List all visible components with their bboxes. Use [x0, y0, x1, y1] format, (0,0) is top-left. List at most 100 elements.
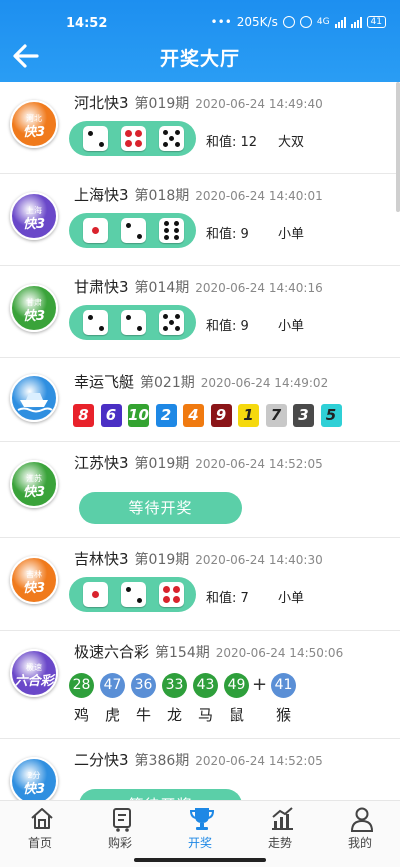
status-dots: •••: [210, 15, 232, 29]
die-face-2: [83, 310, 108, 335]
zodiac-label: 鸡: [73, 706, 89, 724]
logo-text: 快3: [22, 485, 46, 500]
result-number: 7: [265, 404, 287, 427]
bottom-nav: 首页 购彩 开奖 走势 我的: [0, 800, 400, 867]
signal-icon: [334, 16, 346, 28]
lottery-row[interactable]: 极速 六合彩 极速六合彩 第154期 2020-06-24 14:50:06 28 鸡 47 虎…: [0, 631, 400, 739]
tab-trend-chart[interactable]: 走势: [240, 801, 320, 855]
lottery-logo: 江苏 快3: [10, 460, 58, 508]
lottery-title-line: 二分快3 第386期 2020-06-24 14:52:05: [74, 749, 323, 770]
logo-text: 快3: [22, 581, 46, 596]
scrollbar[interactable]: [396, 82, 400, 212]
tab-cart[interactable]: 购彩: [80, 801, 160, 855]
lottery-logo: 极速 六合彩: [10, 649, 58, 697]
lottery-title-line: 吉林快3 第019期 2020-06-24 14:40:30: [74, 548, 323, 569]
page-title: 开奖大厅: [159, 48, 240, 70]
lottery-result-list[interactable]: 河北 快3 河北快3 第019期 2020-06-24 14:49:40 和值: 12 大双…: [0, 82, 400, 800]
dice-result: [69, 305, 196, 340]
zodiac-label: 牛: [135, 706, 151, 724]
lottery-logo: 甘肃 快3: [10, 284, 58, 332]
status-time: 14:52: [66, 16, 108, 31]
logo-text: 六合彩: [14, 674, 54, 689]
lottery-name: 甘肃快3: [74, 278, 129, 296]
die-face-4: [121, 126, 146, 151]
result-attribute: 小单: [278, 227, 305, 242]
die-face-2: [121, 218, 146, 243]
draw-time: 2020-06-24 14:40:30: [195, 553, 323, 567]
logo-text: 快3: [22, 782, 46, 797]
result-ball: 43: [193, 673, 218, 698]
lottery-title-line: 江苏快3 第019期 2020-06-24 14:52:05: [74, 452, 323, 473]
logo-text: 快3: [22, 217, 46, 232]
lottery-name: 极速六合彩: [74, 643, 150, 661]
result-number: 9: [210, 404, 232, 427]
die-face-2: [83, 126, 108, 151]
draw-time: 2020-06-24 14:40:16: [195, 281, 323, 295]
tab-label: 我的: [347, 836, 372, 850]
die-face-6: [159, 218, 184, 243]
status-bar: 14:52 ••• 205K/s 4G 41: [0, 0, 400, 34]
result-attribute: 小单: [278, 591, 305, 606]
lottery-row[interactable]: 吉林 快3 吉林快3 第019期 2020-06-24 14:40:30 和值: 7 小单: [0, 538, 400, 631]
home-icon: [31, 808, 53, 829]
result-attribute: 小单: [278, 319, 305, 334]
lottery-logo: 2分 快3: [10, 757, 58, 800]
result-attribute: 大双: [278, 135, 305, 150]
sum-value: 和值: 12: [206, 135, 258, 150]
tab-label: 购彩: [107, 836, 132, 850]
network-speed: 205K/s: [236, 15, 278, 29]
tab-label: 走势: [267, 836, 292, 850]
lottery-name: 上海快3: [74, 186, 129, 204]
lottery-row[interactable]: 甘肃 快3 甘肃快3 第014期 2020-06-24 14:40:16 和值: 9 小单: [0, 266, 400, 358]
result-number: 8: [73, 404, 94, 427]
special-zodiac-label: 猴: [275, 706, 291, 724]
waiting-draw-button[interactable]: 等待开奖: [79, 789, 242, 800]
lottery-logo: 河北 快3: [10, 100, 58, 148]
home-indicator[interactable]: [134, 858, 266, 862]
lottery-row[interactable]: 河北 快3 河北快3 第019期 2020-06-24 14:49:40 和值: 12 大双: [0, 82, 400, 174]
result-ball: 49: [224, 673, 249, 698]
waiting-draw-button[interactable]: 等待开奖: [79, 492, 242, 524]
sum-value: 和值: 7: [206, 591, 249, 606]
issue-number: 第154期: [155, 645, 210, 661]
user-icon: [350, 807, 374, 832]
result-number: 2: [155, 404, 177, 427]
tab-user[interactable]: 我的: [320, 801, 400, 855]
lottery-title-line: 甘肃快3 第014期 2020-06-24 14:40:16: [74, 276, 323, 297]
die-face-1: [83, 582, 108, 607]
result-ball: 28: [69, 673, 94, 698]
lottery-logo: 吉林 快3: [10, 556, 58, 604]
lottery-row[interactable]: 上海 快3 上海快3 第018期 2020-06-24 14:40:01 和值: 9 小单: [0, 174, 400, 266]
dice-result: [69, 213, 196, 248]
zodiac-label: 龙: [166, 706, 182, 724]
lottery-row[interactable]: 江苏 快3 江苏快3 第019期 2020-06-24 14:52:05 等待开奖: [0, 442, 400, 538]
boat-icon: [17, 393, 53, 413]
lottery-row[interactable]: 2分快3 二分快3 第386期 2020-06-24 14:52:05 等待开奖: [0, 739, 400, 800]
lottery-logo: 上海 快3: [10, 192, 58, 240]
network-type: 4G: [316, 17, 330, 27]
tab-trophy[interactable]: 开奖: [160, 801, 240, 855]
cart-icon: [113, 808, 131, 832]
issue-number: 第019期: [134, 456, 190, 472]
signal-2-icon: [350, 16, 362, 28]
lottery-row[interactable]: 幸运飞艇 第021期 2020-06-24 14:49:02 8 6 10 2 4 9 1 7 3 5: [0, 358, 400, 442]
tab-home[interactable]: 首页: [0, 801, 80, 855]
lottery-title-line: 极速六合彩 第154期 2020-06-24 14:50:06: [74, 641, 343, 662]
die-face-1: [83, 218, 108, 243]
draw-time: 2020-06-24 14:52:05: [195, 457, 323, 471]
draw-time: 2020-06-24 14:52:05: [195, 754, 323, 768]
result-ball: 36: [131, 673, 156, 698]
issue-number: 第019期: [134, 96, 190, 112]
trophy-icon: [189, 808, 215, 830]
zodiac-label: 鼠: [228, 706, 244, 724]
draw-time: 2020-06-24 14:49:40: [195, 97, 323, 111]
logo-text: 快3: [22, 309, 46, 324]
result-number: 4: [183, 404, 204, 427]
die-face-2: [121, 310, 146, 335]
lottery-title-line: 河北快3 第019期 2020-06-24 14:49:40: [74, 92, 323, 113]
app-header: 14:52 ••• 205K/s 4G 41 开奖大厅: [0, 0, 400, 82]
lottery-name: 江苏快3: [74, 454, 129, 472]
die-face-4: [159, 582, 184, 607]
issue-number: 第018期: [134, 188, 190, 204]
lottery-name: 吉林快3: [74, 550, 129, 568]
